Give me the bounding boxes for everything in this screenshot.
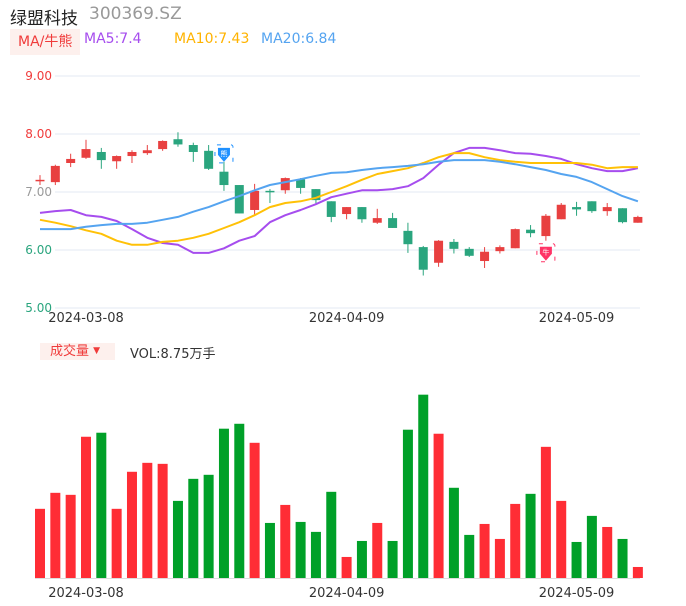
kline-chart[interactable]: 9.008.007.006.005.00熊牛2024-03-082024-03-…	[0, 0, 686, 606]
candle-body	[188, 145, 198, 152]
volume-bar	[433, 433, 444, 578]
candle-body	[449, 241, 459, 249]
caret-down-icon: ▼	[93, 346, 101, 356]
candle-body	[526, 229, 536, 234]
candle-body	[357, 207, 367, 220]
volume-bar	[65, 494, 76, 578]
volume-bar	[172, 500, 183, 578]
volume-bar	[264, 522, 275, 578]
candle-body	[556, 204, 566, 220]
candle-body	[280, 178, 290, 191]
volume-indicator-button[interactable]: 成交量 ▼	[40, 343, 115, 360]
y-tick-label: 6.00	[25, 243, 52, 257]
bear-marker-label: 熊	[220, 149, 227, 158]
volume-bar	[188, 478, 199, 578]
volume-bar	[448, 487, 459, 578]
volume-bar	[142, 462, 153, 578]
volume-bar	[402, 429, 413, 578]
candle-body	[587, 201, 597, 212]
candle-body	[96, 151, 106, 161]
candle-body	[480, 251, 490, 262]
volume-bar	[218, 428, 229, 578]
volume-bar	[418, 394, 429, 578]
candle-body	[572, 207, 582, 210]
volume-bar	[525, 493, 536, 578]
volume-bar	[586, 515, 597, 578]
candle-body	[372, 218, 382, 223]
volume-bar	[295, 521, 306, 578]
candle-body	[66, 158, 76, 163]
volume-bar	[80, 436, 91, 578]
volume-bar	[326, 491, 337, 578]
bull-marker-label: 牛	[542, 248, 549, 257]
y-tick-label: 8.00	[25, 127, 52, 141]
y-tick-label: 9.00	[25, 69, 52, 83]
volume-bar	[387, 540, 398, 578]
candle-body	[234, 185, 244, 214]
volume-bar	[540, 446, 551, 578]
candle-body	[50, 165, 60, 183]
candle-body	[142, 150, 152, 154]
candle-body	[510, 229, 520, 249]
x-tick-label: 2024-03-08	[48, 586, 124, 601]
candle-body	[342, 207, 352, 215]
x-tick-label: 2024-04-09	[309, 311, 385, 326]
volume-bar	[494, 538, 505, 578]
volume-bar	[126, 471, 137, 578]
candle-body	[326, 201, 336, 217]
volume-bar	[203, 474, 214, 578]
y-tick-label: 7.00	[25, 185, 52, 199]
candle-body	[633, 216, 643, 223]
candle-body	[464, 248, 474, 256]
volume-bar	[464, 534, 475, 578]
volume-bar	[341, 556, 352, 578]
volume-bar	[50, 492, 61, 578]
volume-bar	[632, 566, 643, 578]
x-tick-label: 2024-05-09	[539, 586, 615, 601]
candle-body	[127, 151, 137, 157]
volume-bar	[571, 541, 582, 578]
candle-body	[418, 247, 428, 270]
candle-body	[81, 149, 91, 158]
candle-body	[602, 207, 612, 212]
volume-bar	[510, 503, 521, 578]
volume-bar	[96, 432, 107, 578]
candle-body	[158, 140, 168, 150]
x-tick-label: 2024-05-09	[539, 311, 615, 326]
candle-body	[495, 247, 505, 252]
candle-body	[250, 190, 260, 210]
volume-bar	[479, 523, 490, 578]
volume-bar	[280, 504, 291, 578]
x-tick-label: 2024-03-08	[48, 311, 124, 326]
candle-body	[204, 150, 214, 169]
candle-body	[35, 179, 45, 182]
volume-button-label: 成交量	[50, 344, 90, 359]
candle-body	[541, 215, 551, 237]
x-tick-label: 2024-04-09	[309, 586, 385, 601]
volume-bar	[356, 540, 367, 578]
candle-body	[112, 156, 122, 162]
candle-body	[219, 171, 229, 186]
candle-body	[434, 240, 444, 263]
candle-body	[403, 230, 413, 245]
volume-bar	[372, 522, 383, 578]
volume-bar	[556, 500, 567, 578]
candle-body	[173, 139, 183, 145]
volume-bar	[602, 526, 613, 578]
candle-body	[388, 218, 398, 228]
candle-body	[618, 208, 628, 223]
volume-bar	[310, 531, 321, 578]
volume-bar	[234, 423, 245, 578]
volume-bar	[157, 463, 168, 578]
volume-bar	[35, 508, 45, 578]
volume-bar	[249, 442, 260, 578]
volume-value: VOL:8.75万手	[130, 347, 216, 362]
volume-bar	[111, 508, 122, 578]
candle-body	[265, 190, 275, 193]
volume-bar	[617, 538, 628, 578]
